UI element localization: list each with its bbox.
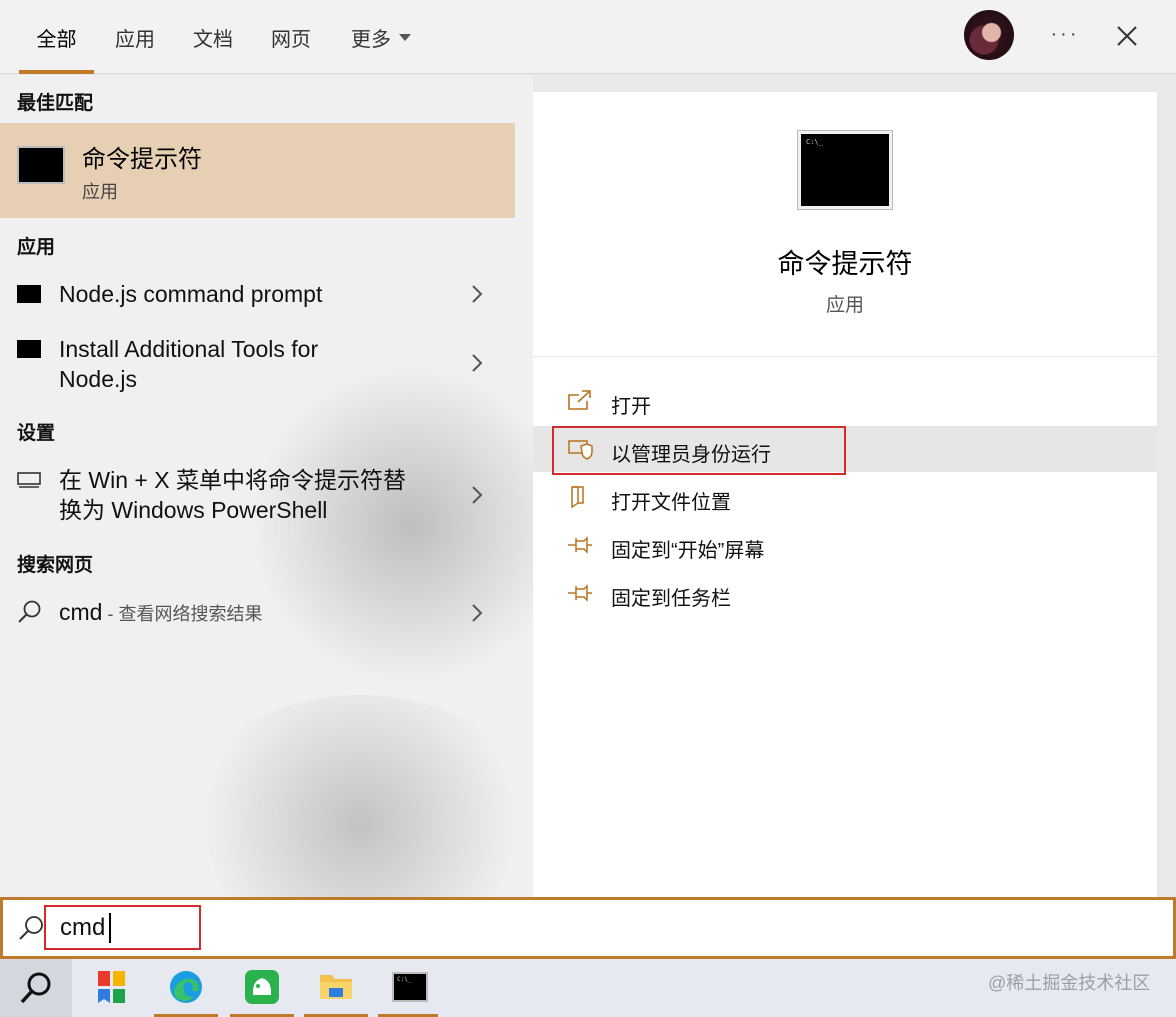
tab-label: 全部 — [36, 28, 77, 51]
taskbar-cmd[interactable]: C:\_ — [372, 959, 444, 1017]
action-open[interactable]: 打开 — [533, 378, 1157, 424]
tab-more[interactable]: 更多 — [340, 0, 422, 74]
edge-icon — [170, 971, 202, 1003]
action-label: 固定到“开始”屏幕 — [611, 540, 765, 562]
taskbar-android-app[interactable] — [224, 959, 300, 1017]
cmd-icon: C:\_ — [797, 130, 893, 210]
taskbar-file-explorer[interactable] — [298, 959, 374, 1017]
close-icon[interactable] — [1108, 17, 1146, 55]
list-item-label-line2: Node.js — [59, 366, 137, 392]
list-item-label: Node.js command prompt — [59, 281, 323, 307]
highlight-annotation — [552, 426, 846, 475]
open-icon — [568, 390, 591, 410]
android-app-icon — [245, 970, 279, 1004]
cmd-icon — [17, 146, 65, 184]
pin-icon — [568, 584, 592, 602]
cmd-icon — [17, 340, 41, 358]
action-label: 打开文件位置 — [611, 492, 731, 514]
background-blur — [180, 695, 533, 897]
list-item-label-line1: 在 Win + X 菜单中将命令提示符替 — [59, 467, 406, 493]
preview-header: C:\_ 命令提示符 应用 — [533, 92, 1157, 357]
results-list: 最佳匹配 命令提示符 应用 应用 Node.js command prompt … — [0, 75, 533, 897]
tab-apps[interactable]: 应用 — [104, 0, 166, 74]
chevron-right-icon[interactable] — [468, 484, 486, 506]
avatar[interactable] — [964, 10, 1014, 60]
best-match-item[interactable]: 命令提示符 应用 — [0, 123, 515, 218]
best-match-type: 应用 — [82, 182, 118, 202]
chevron-right-icon[interactable] — [468, 283, 486, 305]
action-open-file-location[interactable]: 打开文件位置 — [533, 474, 1157, 520]
web-search-heading: 搜索网页 — [17, 555, 94, 576]
settings-heading: 设置 — [17, 423, 56, 444]
action-label: 固定到任务栏 — [611, 588, 731, 610]
tab-label: 网页 — [271, 28, 311, 51]
search-header: 全部 应用 文档 网页 更多 ··· — [0, 0, 1176, 74]
chevron-right-icon[interactable] — [468, 602, 486, 624]
chevron-right-icon[interactable] — [468, 352, 486, 374]
list-item-label-line2: 换为 Windows PowerShell — [59, 497, 328, 523]
preview-subtitle: 应用 — [825, 295, 864, 316]
list-item-label-line1: Install Additional Tools for — [59, 336, 319, 362]
tab-all[interactable]: 全部 — [19, 0, 94, 74]
tab-label: 文档 — [193, 28, 233, 51]
best-match-name: 命令提示符 — [82, 146, 202, 173]
list-item-nodejs-tools[interactable]: Install Additional Tools for Node.js — [0, 327, 515, 397]
monitor-icon — [17, 472, 41, 488]
best-match-heading: 最佳匹配 — [17, 93, 94, 114]
file-location-icon — [571, 486, 584, 509]
action-pin-to-start[interactable]: 固定到“开始”屏幕 — [533, 522, 1157, 568]
cmd-prompt-text: C:\_ — [806, 138, 823, 146]
web-hint: - 查看网络搜索结果 — [102, 604, 263, 624]
preview-title: 命令提示符 — [777, 249, 913, 279]
start-tiles-icon — [98, 971, 125, 1003]
tab-web[interactable]: 网页 — [260, 0, 322, 74]
preview-pane: C:\_ 命令提示符 应用 打开 以管理员身份运行 打开文件位置 固定到“开始”… — [533, 92, 1157, 897]
search-icon — [18, 600, 41, 623]
watermark: @稀土掘金技术社区 — [988, 973, 1151, 993]
search-icon — [20, 972, 51, 1004]
input-highlight-annotation — [44, 905, 201, 950]
taskbar-edge[interactable] — [148, 959, 224, 1017]
list-item-nodejs-prompt[interactable]: Node.js command prompt — [0, 272, 515, 318]
pin-icon — [568, 536, 592, 554]
list-item-setting[interactable]: 在 Win + X 菜单中将命令提示符替 换为 Windows PowerShe… — [0, 458, 515, 528]
taskbar: C:\_ @稀土掘金技术社区 — [0, 959, 1176, 1017]
cmd-icon — [17, 285, 41, 303]
ellipsis-icon[interactable]: ··· — [1040, 16, 1090, 52]
apps-heading: 应用 — [17, 237, 56, 258]
tab-documents[interactable]: 文档 — [182, 0, 244, 74]
active-tab-indicator — [19, 70, 94, 74]
list-item-web-search[interactable]: cmd - 查看网络搜索结果 — [0, 590, 515, 636]
list-item-label: cmd - 查看网络搜索结果 — [59, 597, 262, 629]
taskbar-start-tiles[interactable] — [74, 959, 150, 1017]
action-pin-to-taskbar[interactable]: 固定到任务栏 — [533, 570, 1157, 616]
cmd-prompt-text: C:\_ — [397, 976, 412, 983]
action-label: 打开 — [611, 396, 651, 418]
cmd-icon: C:\_ — [392, 972, 428, 1002]
cmd-screen: C:\_ — [801, 134, 889, 206]
file-explorer-icon — [320, 975, 352, 999]
taskbar-search-button[interactable] — [0, 959, 72, 1017]
tab-label: 应用 — [115, 28, 155, 51]
search-icon — [19, 916, 43, 940]
tab-label: 更多 — [351, 28, 391, 51]
chevron-down-icon — [399, 33, 411, 41]
web-query: cmd — [59, 599, 103, 625]
